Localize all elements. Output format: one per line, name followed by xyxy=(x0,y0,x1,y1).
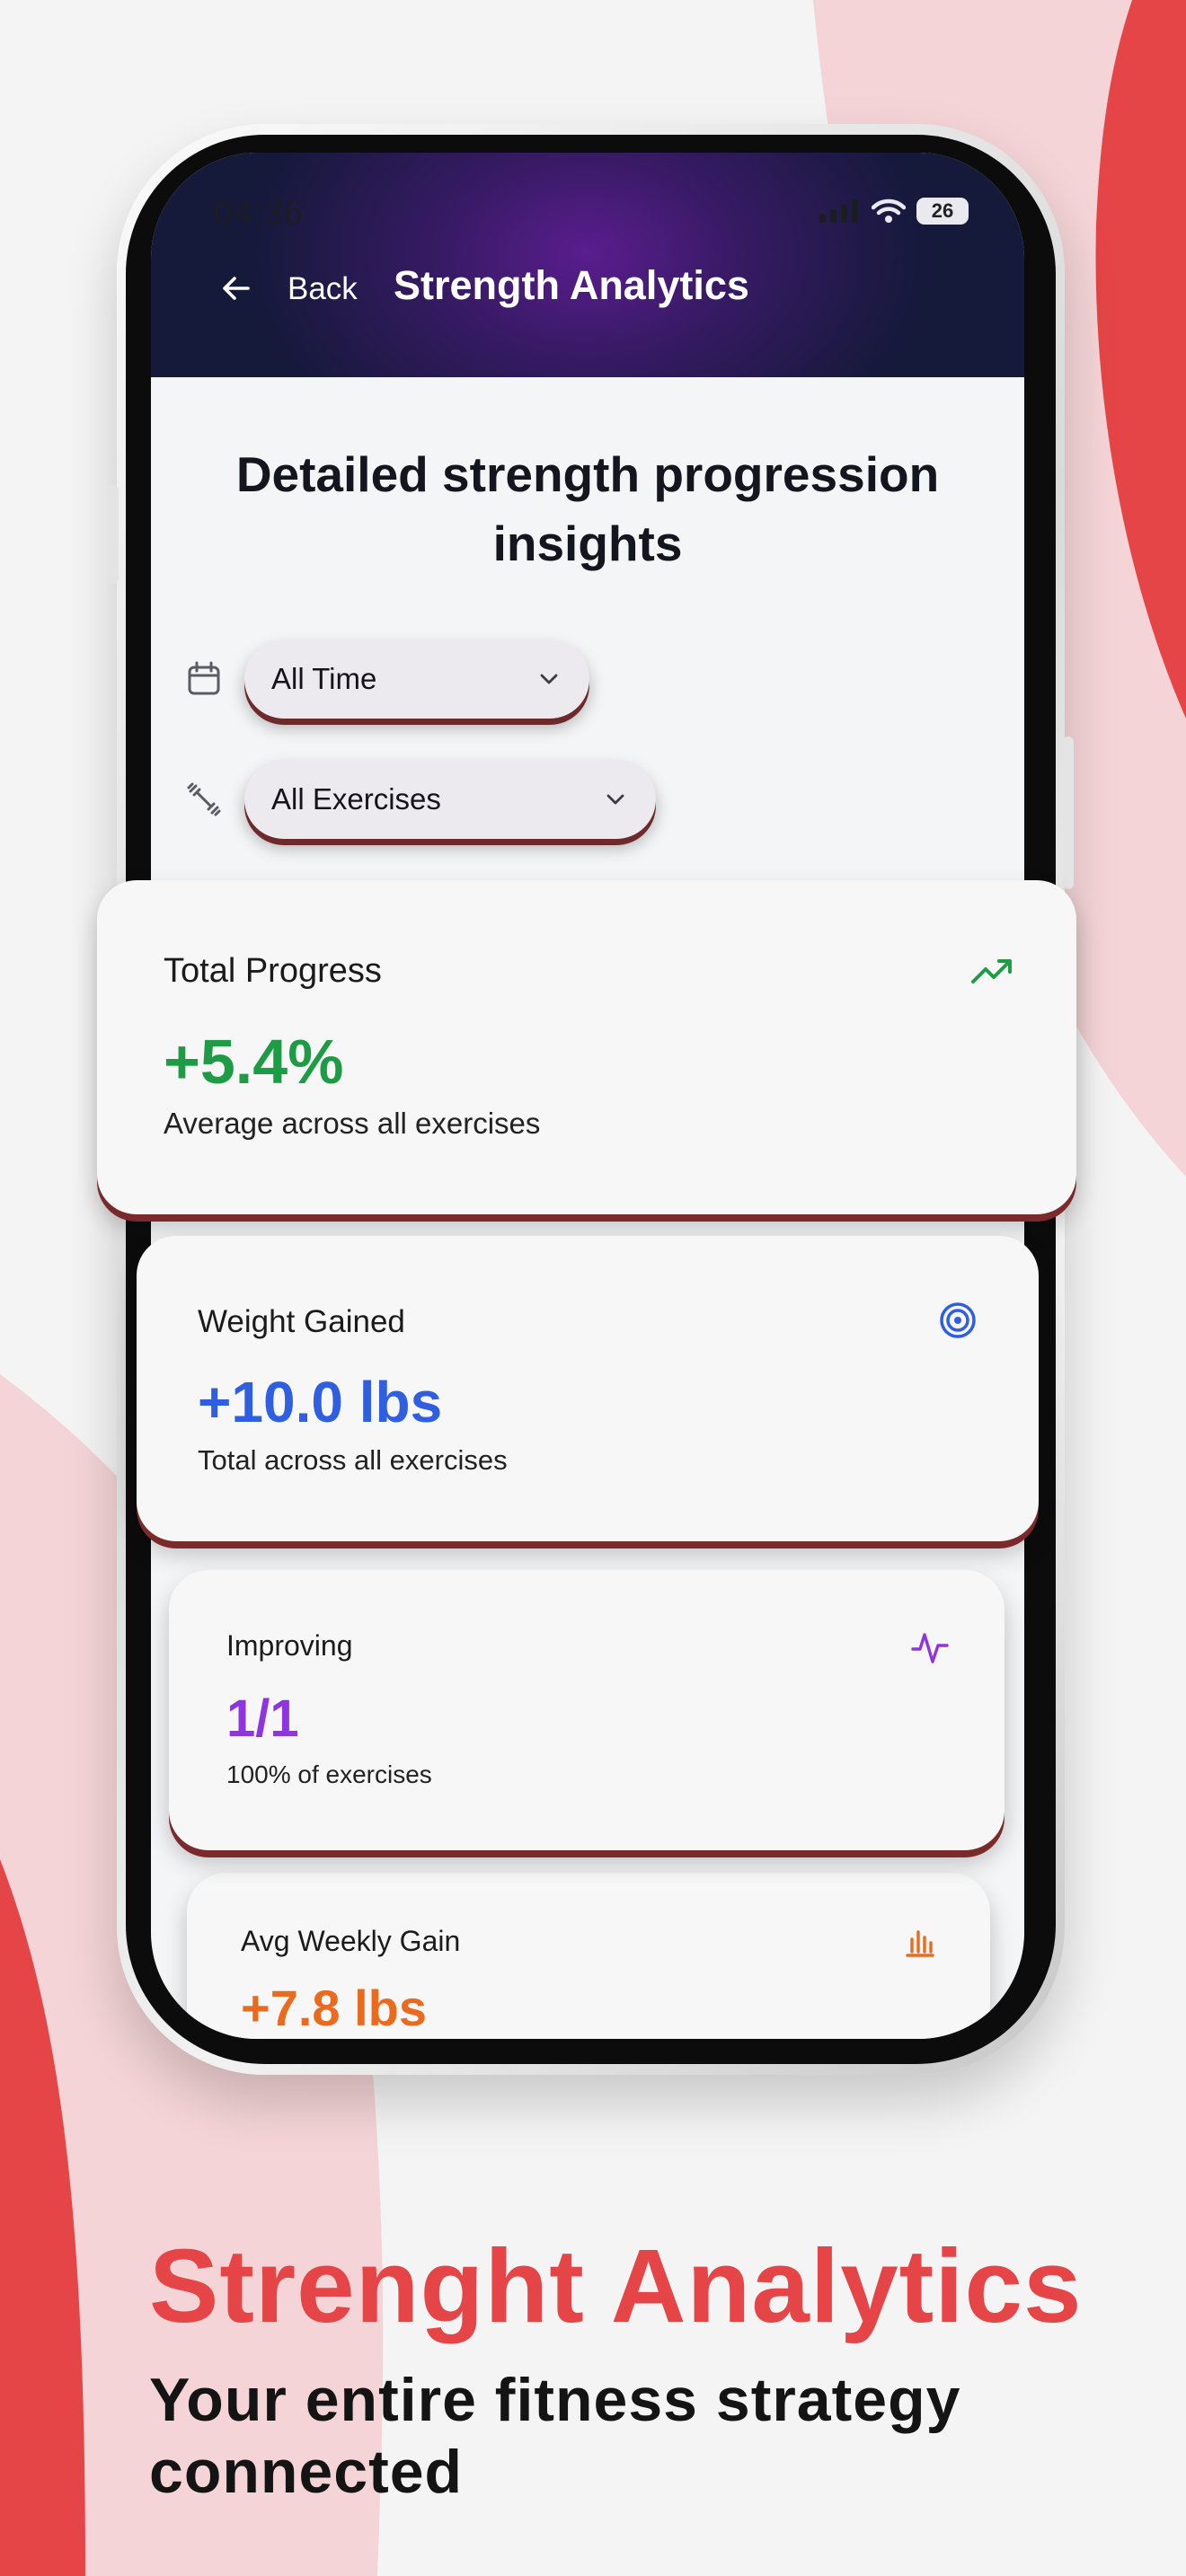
time-range-value: All Time xyxy=(271,662,377,695)
signal-icon xyxy=(819,199,858,223)
stat-card-improving[interactable]: Improving 1/1 100% of exercises xyxy=(169,1570,1005,1850)
stat-subtitle: Total across all exercises xyxy=(198,1444,508,1476)
back-arrow-icon[interactable] xyxy=(221,273,252,304)
exercise-value: All Exercises xyxy=(271,782,441,816)
time-range-filter: All Time xyxy=(183,640,589,719)
trending-up-icon xyxy=(971,959,1012,984)
phone-side-button xyxy=(1063,737,1074,889)
stat-card-total-progress[interactable]: Total Progress +5.4% Average across all … xyxy=(97,880,1076,1214)
dumbbell-icon xyxy=(187,782,221,816)
marketing-tagline: Your entire fitness strategy connected xyxy=(149,2366,961,2506)
exercise-filter: All Exercises xyxy=(183,760,656,839)
stat-subtitle: 100% of exercises xyxy=(226,1760,432,1788)
chevron-down-icon xyxy=(606,794,624,805)
stat-card-weight-gained[interactable]: Weight Gained +10.0 lbs Total across all… xyxy=(137,1236,1039,1541)
chevron-down-icon xyxy=(540,674,558,684)
status-time: 04:36 xyxy=(214,194,305,232)
exercise-select[interactable]: All Exercises xyxy=(244,760,656,839)
phone-side-button xyxy=(106,485,119,584)
stat-value: +10.0 lbs xyxy=(198,1370,443,1434)
wifi-icon xyxy=(872,198,906,223)
time-range-select[interactable]: All Time xyxy=(244,640,589,719)
page-heading: Detailed strength progression insights xyxy=(235,446,940,571)
battery-indicator: 26 xyxy=(916,198,969,225)
stat-title: Total Progress xyxy=(164,952,382,990)
app-header: 04:36 26 Back Strength Analytics xyxy=(151,153,1024,377)
target-icon xyxy=(940,1302,976,1338)
calendar-icon xyxy=(188,661,220,695)
marketing-headline: Strenght Analytics xyxy=(149,2228,1083,2344)
screen-title: Strength Analytics xyxy=(394,262,749,308)
stat-value: 1/1 xyxy=(226,1689,299,1748)
stat-subtitle: Average across all exercises xyxy=(164,1107,541,1140)
stat-title: Improving xyxy=(226,1629,353,1662)
stat-value: +5.4% xyxy=(164,1027,344,1097)
stat-title: Weight Gained xyxy=(198,1304,405,1339)
back-button[interactable]: Back xyxy=(288,271,358,307)
status-icons: 26 xyxy=(819,198,969,225)
activity-icon xyxy=(911,1633,949,1663)
